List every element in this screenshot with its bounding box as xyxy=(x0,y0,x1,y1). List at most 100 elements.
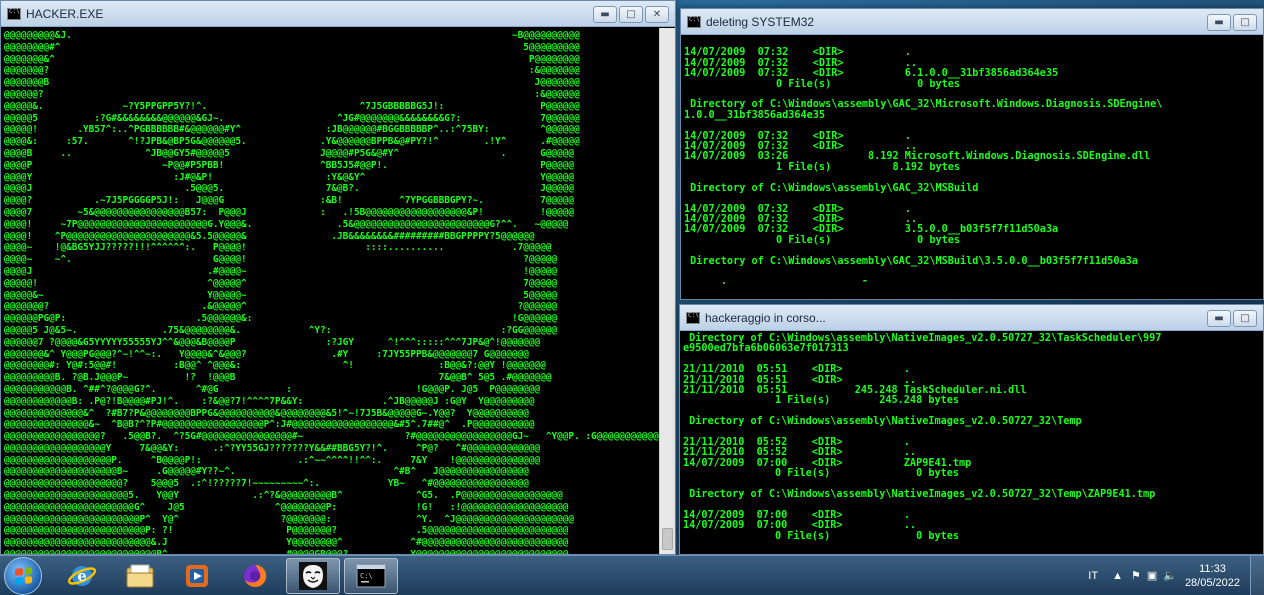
minimize-button[interactable]: ▬ xyxy=(1207,14,1231,31)
minimize-button[interactable]: ▬ xyxy=(593,6,617,23)
console-line: 0 File(s) 0 bytes xyxy=(684,234,961,246)
console-line: @@@@B .. ^JB@@GY5#@@@@@5 J@@@@#P5G&@#Y^ … xyxy=(4,147,575,159)
console-line: @@@@@@@B J@@@@@@@ xyxy=(4,77,580,89)
deleting-system32-window[interactable]: deleting SYSTEM32 ▬ □ 14/07/2009 07:32 <… xyxy=(680,8,1264,300)
vertical-scrollbar[interactable] xyxy=(659,28,675,554)
taskbar: e C:\ IT ▲ ⚑ ▣ 🔈 11:33 28/05/2022 xyxy=(0,555,1264,595)
console-line: @@@@! ~7P@@@@@@@@@@@@@@@@@@@@@@@G.Y@@@&.… xyxy=(4,218,569,230)
console-line: Directory of C:\Windows\assembly\NativeI… xyxy=(683,416,1082,428)
console-line: Directory of C:\Windows\assembly\NativeI… xyxy=(683,489,1156,501)
console-line: 1.0.0__31bf3856ad364e35 xyxy=(684,109,826,121)
desktop: HACKER.EXE ▬ □ ✕ @@@@@@@@@&J. ~B@@@@@@@@… xyxy=(0,0,1264,595)
console-line: 1 File(s) 245.248 bytes xyxy=(683,395,960,407)
hackeraggio-titlebar[interactable]: hackeraggio in corso... ▬ □ xyxy=(680,305,1263,331)
console-line: @@@@@@@@#: Y@#:5@@#! :B@@^ ^@@@&: ^! :B@… xyxy=(4,360,546,372)
volume-icon[interactable]: 🔈 xyxy=(1163,569,1177,582)
console-app-icon xyxy=(687,15,701,28)
deleting-system32-titlebar[interactable]: deleting SYSTEM32 ▬ □ xyxy=(681,9,1263,35)
internet-explorer-icon[interactable]: e xyxy=(55,558,109,594)
console-line: @@@@@@@@@@@@@@@@@@@@@@@@@@@B^ #@@@@GB@@@… xyxy=(4,549,656,554)
console-line: 0 File(s) 0 bytes xyxy=(683,468,960,480)
console-line: @@@@&: :57. ^!?JPB&@BP5G&@@@@@@5. .Y&@@@… xyxy=(4,136,580,148)
console-line: @@@@7 ~5&@@@@@@@@@@@@@@@@B57: P@@@J : .!… xyxy=(4,206,575,218)
windows-flag-icon xyxy=(15,567,32,585)
maximize-button[interactable]: □ xyxy=(1233,310,1257,327)
window-title: hackeraggio in corso... xyxy=(705,310,826,325)
console-line: @@@@@@@@@@@@@@@@@@@@@@@G^ J@5 ^@@@@@@@@P… xyxy=(4,501,569,513)
console-line: @@@@~ !@&BG5YJJ?????!!!^^^^^^:. P@@@@! :… xyxy=(4,242,552,254)
window-title: deleting SYSTEM32 xyxy=(706,14,815,29)
console-app-icon xyxy=(7,7,21,20)
console-line: @@@@@@@@@@@@@@@@@? .5@@B?. ^?5G#@@@@@@@@… xyxy=(4,431,659,443)
start-button[interactable] xyxy=(4,557,42,595)
console-line: @@@@@@PG@P: .5@@@@@@&: !G@@@@@@ xyxy=(4,313,558,325)
console-line: 0 File(s) 0 bytes xyxy=(684,78,961,90)
console-line: @@@@@@@@@@@@@@@@@@@@@@@@@@&.J Y@@@@@@@@^… xyxy=(4,537,569,549)
hacker-exe-titlebar[interactable]: HACKER.EXE ▬ □ ✕ xyxy=(1,1,675,27)
maximize-button[interactable]: □ xyxy=(1233,14,1257,31)
console-line: @@@@J .#@@@@~ !@@@@@ xyxy=(4,265,558,277)
console-line: @@@@@@@@@@@@@@@@@@@@@@@@P^ Y@^ ?@@@@@@@:… xyxy=(4,513,575,525)
console-line: @@@@@@@@@@@@B: .P@?!B@@@@#PJ!^. :?&@@?7!… xyxy=(4,395,535,407)
console-line: @@@@@@@? :&@@@@@@@ xyxy=(4,65,580,77)
console-line: @@@@@5 :?G#&&&&&&&&@@@@@@&GJ~. ^JG#@@@@@… xyxy=(4,112,580,124)
console-output: Directory of C:\Windows\assembly\NativeI… xyxy=(680,332,1263,554)
show-desktop-button[interactable] xyxy=(1250,556,1264,595)
network-icon[interactable]: ▣ xyxy=(1147,569,1157,582)
console-line: @@@@@@@@@@@B. ^##^?@@@@G?^. ^#@G : !G@@@… xyxy=(4,383,541,395)
hacker-mask-app-icon[interactable] xyxy=(286,558,340,594)
console-line: @@@@@@@@@@@@@@&^ ?#B7?P&@@@@@@@@BPPG&@@@… xyxy=(4,407,529,419)
console-line: @@@@Y :J#@&P! :Y&@&Y^ Y@@@@@ xyxy=(4,171,575,183)
firefox-icon[interactable] xyxy=(228,558,282,594)
console-line: . - xyxy=(684,276,869,288)
console-line: @@@@@@@? .&@@@@@^ ?@@@@@@ xyxy=(4,301,558,313)
console-line: Directory of C:\Windows\assembly\GAC_32\… xyxy=(684,182,979,194)
console-line: @@@@@@@&^ P@@@@@@@@ xyxy=(4,53,580,65)
console-app-icon xyxy=(686,311,700,324)
console-line: @@@@@@? :&@@@@@@ xyxy=(4,88,580,100)
maximize-button[interactable]: □ xyxy=(619,6,643,23)
console-line: @@@@@5 J@&5~. .75&@@@@@@@@&. ^Y?: :?GG@@… xyxy=(4,324,558,336)
action-center-flag-icon[interactable]: ⚑ xyxy=(1131,569,1141,582)
console-line: @@@@@@@@@@@@@@@@@@@@@@@@@P: ?! P@@@@@@@?… xyxy=(4,525,569,537)
media-player-icon[interactable] xyxy=(170,558,224,594)
console-line: @@@@@&. ~?Y5PPGPP5Y?!^. ^7J5GBBBBBG5J!: … xyxy=(4,100,580,112)
hacker-exe-window[interactable]: HACKER.EXE ▬ □ ✕ @@@@@@@@@&J. ~B@@@@@@@@… xyxy=(0,0,676,555)
console-line: @@@@@&~ Y@@@@@~ 5@@@@@ xyxy=(4,289,558,301)
close-button[interactable]: ✕ xyxy=(645,6,669,23)
console-line: @@@@P ~P@@#P5PBB! ^BB5J5#@@P!. P@@@@@ xyxy=(4,159,575,171)
console-line: @@@@@@@@@@@@@@@@@@@@@@5. Y@@Y .:^?&@@@@@… xyxy=(4,490,563,502)
console-output: @@@@@@@@@&J. ~B@@@@@@@@@@ @@@@@@@@#^ 5@@@… xyxy=(1,28,659,554)
console-line: @@@@@! .YB57^:..^PGBBBBBB#&@@@@@@#Y^ :JB… xyxy=(4,124,580,136)
svg-text:C:\: C:\ xyxy=(360,572,373,580)
console-line: @@@@@@@&^ Y@@@PG@@@?^~!^^~:. Y@@@@&^&@@@… xyxy=(4,348,529,360)
console-line: @@@@@@@@@B. ?@B.J@@@P~ !? !@@@B 7&@@B^ 5… xyxy=(4,372,552,384)
scrollbar-thumb[interactable] xyxy=(662,528,673,550)
console-line: @@@@~ ~^. G@@@@! ?@@@@@ xyxy=(4,254,558,266)
console-line: @@@@@@7 ?@@@@&G5YYYYY55555YJ^^&@@@&B@@@@… xyxy=(4,336,541,348)
console-line: @@@@@@@@@@@@@@@&~ ^B@B?^?P#@@@@@@@@@@@@@… xyxy=(4,419,535,431)
clock[interactable]: 11:33 28/05/2022 xyxy=(1185,562,1240,590)
hackeraggio-window[interactable]: hackeraggio in corso... ▬ □ Directory of… xyxy=(679,304,1264,555)
console-line: @@@@@@@@@@@@@@@@@@@@B~ .G@@@@@#Y??~^. ^#… xyxy=(4,466,529,478)
console-line: @@@@! ^P@@@@@@@@@@@@@@@@@@@@@@&5.5@@@@@&… xyxy=(4,230,535,242)
console-line: @@@@@@@@@@@@@@@@@@Y 7&@@&Y: .:^?YY55GJ??… xyxy=(4,442,541,454)
system-tray: IT ▲ ⚑ ▣ 🔈 11:33 28/05/2022 xyxy=(1088,556,1264,595)
show-hidden-icons-icon[interactable]: ▲ xyxy=(1112,570,1123,582)
window-title: HACKER.EXE xyxy=(26,6,104,21)
console-line: @@@@@@@@#^ 5@@@@@@@@@ xyxy=(4,41,580,53)
console-line: Directory of C:\Windows\assembly\GAC_32\… xyxy=(684,255,1138,267)
language-indicator[interactable]: IT xyxy=(1088,570,1098,582)
console-line: @@@@@@@@@@@@@@@@@@@P. ^B@@@@P!: .:^~~^^^… xyxy=(4,454,541,466)
console-line: @@@@@@@@@&J. ~B@@@@@@@@@@ xyxy=(4,30,580,41)
console-line: @@@@? .~7J5PGGGGP5J!: J@@@G :&B! ^7YPGGB… xyxy=(4,195,575,207)
console-line: 0 File(s) 0 bytes xyxy=(683,530,960,542)
console-output: 14/07/2009 07:32 <DIR> . 14/07/2009 07:32… xyxy=(681,36,1263,299)
minimize-button[interactable]: ▬ xyxy=(1207,310,1231,327)
console-line: @@@@J .5@@@5. 7&@B?. J@@@@@ xyxy=(4,183,575,195)
clock-time: 11:33 xyxy=(1199,562,1226,575)
console-line: @@@@@! ^@@@@@^ 7@@@@@ xyxy=(4,277,558,289)
file-explorer-icon[interactable] xyxy=(113,558,167,594)
command-prompt-icon[interactable]: C:\ xyxy=(344,558,398,594)
